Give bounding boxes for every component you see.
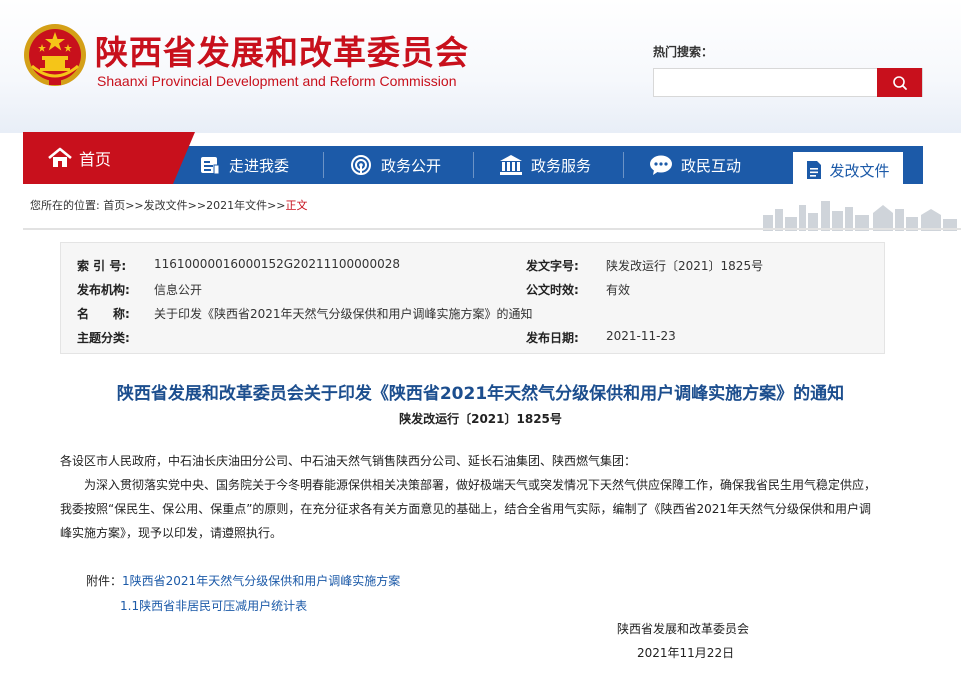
- site-header: 陕西省发展和改革委员会 Shaanxi Provincial Developme…: [0, 0, 961, 133]
- document-addressee: 各设区市人民政府，中石油长庆油田分公司、中石油天然气销售陕西分公司、延长石油集团…: [60, 454, 637, 468]
- document-sign-date: 2021年11月22日: [637, 646, 735, 660]
- broadcast-icon: [349, 154, 373, 176]
- nav-item-documents[interactable]: 发改文件: [793, 152, 903, 188]
- city-skyline-icon: [763, 201, 957, 231]
- attachment-row: 附件：1陕西省2021年天然气分级保供和用户调峰实施方案: [86, 572, 400, 589]
- breadcrumb-2021-documents[interactable]: 2021年文件: [206, 199, 267, 212]
- breadcrumb-prefix: 您所在的位置:: [30, 199, 100, 212]
- meta-name-label: 名 称:: [77, 307, 130, 321]
- attachment-link[interactable]: 1陕西省2021年天然气分级保供和用户调峰实施方案: [122, 574, 400, 588]
- nav-separator: [473, 152, 474, 178]
- document-paragraph-line: 峰实施方案》，现予以印发，请遵照执行。: [60, 526, 283, 540]
- meta-index-label: 索 引 号:: [77, 259, 127, 273]
- attachment-link[interactable]: 1.1陕西省非居民可压减用户统计表: [120, 599, 307, 613]
- search-icon: [892, 75, 907, 90]
- nav-home[interactable]: 首页: [23, 132, 173, 184]
- home-icon: [48, 147, 72, 167]
- id-card-icon: [199, 155, 221, 175]
- breadcrumb: 您所在的位置: 首页>>发改文件>>2021年文件>>正文: [30, 197, 308, 213]
- document-number: 陕发改运行〔2021〕1825号: [399, 412, 562, 426]
- site-title: 陕西省发展和改革委员会: [95, 33, 469, 72]
- document-paragraph-line: 为深入贯彻落实党中央、国务院关于今冬明春能源保供相关决策部署，做好极端天气或突发…: [84, 478, 877, 492]
- breadcrumb-home[interactable]: 首页: [103, 199, 125, 212]
- document-title: 陕西省发展和改革委员会关于印发《陕西省2021年天然气分级保供和用户调峰实施方案…: [116, 384, 845, 404]
- search-input[interactable]: [654, 69, 879, 96]
- breadcrumb-separator: >>: [267, 199, 286, 212]
- national-emblem-icon: [24, 24, 86, 86]
- nav-item-about[interactable]: 走进我委: [199, 146, 289, 184]
- breadcrumb-documents[interactable]: 发改文件: [144, 199, 188, 212]
- page: 陕西省发展和改革委员会 Shaanxi Provincial Developme…: [0, 0, 961, 682]
- meta-validity-label: 公文时效:: [526, 283, 579, 297]
- main-nav: 首页 走进我委 政务公开 政务服务 政民互动 发改文件: [23, 132, 923, 188]
- breadcrumb-separator: >>: [125, 199, 144, 212]
- nav-separator: [323, 152, 324, 178]
- nav-item-gov-services[interactable]: 政务服务: [499, 146, 591, 184]
- nav-item-label: 政务公开: [381, 156, 442, 175]
- nav-active-label: 发改文件: [829, 161, 890, 180]
- hot-search-label: 热门搜索：: [653, 45, 714, 59]
- nav-item-gov-affairs[interactable]: 政务公开: [349, 146, 441, 184]
- document-signer: 陕西省发展和改革委员会: [617, 622, 750, 636]
- meta-validity-value: 有效: [606, 283, 631, 297]
- meta-org-value: 信息公开: [154, 283, 203, 297]
- document-paragraph-line: 我委按照“保民生、保公用、保重点”的原则，在充分征求各有关方面意见的基础上，结合…: [60, 502, 871, 516]
- nav-item-label: 政务服务: [531, 156, 592, 175]
- meta-date-label: 发布日期:: [526, 331, 579, 345]
- nav-item-label: 政民互动: [681, 156, 742, 175]
- meta-docno-label: 发文字号:: [526, 259, 579, 273]
- nav-home-corner: [173, 132, 195, 184]
- attachment-row: 1.1陕西省非居民可压减用户统计表: [120, 597, 307, 614]
- document-icon: [806, 160, 822, 180]
- document-metadata-table: 索 引 号: 11610000016000152G20211100000028 …: [60, 242, 885, 354]
- content-divider: [23, 228, 961, 230]
- meta-topic-label: 主题分类:: [77, 331, 130, 345]
- meta-index-value: 11610000016000152G20211100000028: [154, 257, 400, 271]
- breadcrumb-separator: >>: [187, 199, 207, 212]
- breadcrumb-current: 正文: [285, 199, 308, 212]
- meta-name-value: 关于印发《陕西省2021年天然气分级保供和用户调峰实施方案》的通知: [154, 307, 533, 321]
- nav-item-label: 走进我委: [229, 156, 290, 175]
- site-subtitle: Shaanxi Provincial Development and Refor…: [97, 73, 457, 89]
- government-building-icon: [499, 154, 523, 176]
- chat-bubble-icon: [649, 154, 673, 176]
- nav-item-interaction[interactable]: 政民互动: [649, 146, 741, 184]
- search-box: [653, 68, 923, 97]
- nav-home-label: 首页: [79, 150, 112, 169]
- nav-separator: [623, 152, 624, 178]
- meta-org-label: 发布机构:: [77, 283, 130, 297]
- meta-docno-value: 陕发改运行〔2021〕1825号: [606, 259, 764, 273]
- search-button[interactable]: [877, 68, 922, 97]
- meta-date-value: 2021-11-23: [606, 329, 676, 343]
- attachment-label: 附件：: [86, 574, 123, 588]
